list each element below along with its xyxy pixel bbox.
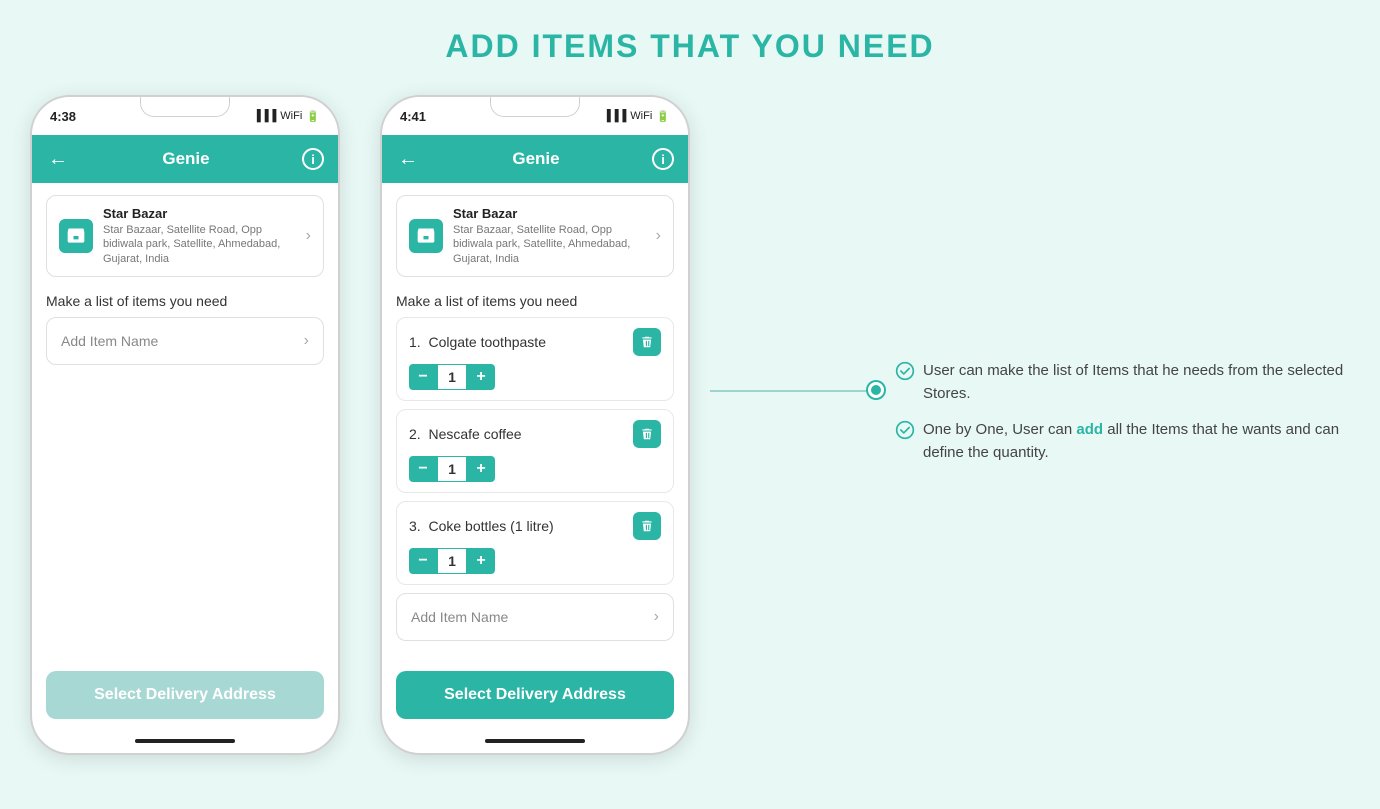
phone2-notch	[490, 97, 580, 117]
phone1-select-delivery-button[interactable]: Select Delivery Address	[46, 671, 324, 719]
item-card-2: 2. Nescafe coffee − 1 +	[396, 409, 674, 493]
phone1-add-item-text: Add Item Name	[61, 333, 158, 349]
wifi-icon: WiFi	[280, 110, 302, 122]
connector-line	[710, 390, 875, 392]
phone1-store-icon	[59, 219, 93, 253]
item-header-3: 3. Coke bottles (1 litre)	[409, 512, 661, 540]
phone1-store-name: Star Bazar	[103, 206, 296, 221]
phone2-time: 4:41	[400, 109, 426, 124]
phone2-store-arrow: ›	[656, 227, 661, 245]
item-1-delete-button[interactable]	[633, 328, 661, 356]
signal-icon: ▐▐▐	[603, 110, 626, 122]
item-3-delete-button[interactable]	[633, 512, 661, 540]
item-2-delete-button[interactable]	[633, 420, 661, 448]
phone2: 4:41 ▐▐▐ WiFi 🔋 ← Genie i Star Bazar Sta…	[380, 95, 690, 755]
phone1-top-bar: 4:38 ▐▐▐ WiFi 🔋	[32, 97, 338, 135]
item-2-quantity: 1	[437, 456, 467, 482]
annotation-box: User can make the list of Items that he …	[895, 360, 1345, 478]
annotation-text-1: User can make the list of Items that he …	[923, 360, 1345, 405]
phone2-info-button[interactable]: i	[652, 148, 674, 170]
phone1-status-icons: ▐▐▐ WiFi 🔋	[253, 110, 320, 123]
battery-icon: 🔋	[306, 110, 320, 123]
phone2-top-bar: 4:41 ▐▐▐ WiFi 🔋	[382, 97, 688, 135]
page-title: ADD ITEMS THAT YOU NEED	[0, 0, 1380, 85]
phone2-add-item-arrow: ›	[654, 608, 659, 626]
connector-dot	[868, 382, 884, 398]
wifi-icon: WiFi	[630, 110, 652, 122]
annotation-item-1: User can make the list of Items that he …	[895, 360, 1345, 405]
item-1-label: 1. Colgate toothpaste	[409, 334, 546, 350]
phone1-add-item-arrow: ›	[304, 332, 309, 350]
item-3-quantity: 1	[437, 548, 467, 574]
phone1-home-bar	[135, 739, 235, 743]
phone1-info-button[interactable]: i	[302, 148, 324, 170]
battery-icon: 🔋	[656, 110, 670, 123]
phone1-bottom-btn-container: Select Delivery Address	[46, 671, 324, 719]
phone1-app-header: ← Genie i	[32, 135, 338, 183]
annotation-item-2: One by One, User can add all the Items t…	[895, 419, 1345, 464]
item-3-quantity-control: − 1 +	[409, 548, 661, 574]
phone2-section-title: Make a list of items you need	[382, 289, 688, 317]
phone2-items-list: 1. Colgate toothpaste − 1 + 2. Nescaf	[382, 317, 688, 641]
item-card-1: 1. Colgate toothpaste − 1 +	[396, 317, 674, 401]
phone1-store-arrow: ›	[306, 227, 311, 245]
item-header-2: 2. Nescafe coffee	[409, 420, 661, 448]
item-header-1: 1. Colgate toothpaste	[409, 328, 661, 356]
phone1-store-address: Star Bazaar, Satellite Road, Opp bidiwal…	[103, 223, 296, 266]
item-2-label: 2. Nescafe coffee	[409, 426, 522, 442]
item-1-quantity-control: − 1 +	[409, 364, 661, 390]
phone2-store-card[interactable]: Star Bazar Star Bazaar, Satellite Road, …	[396, 195, 674, 277]
phone2-select-delivery-button[interactable]: Select Delivery Address	[396, 671, 674, 719]
item-3-label: 3. Coke bottles (1 litre)	[409, 518, 554, 534]
phone1-notch	[140, 97, 230, 117]
phone1-add-item-row[interactable]: Add Item Name ›	[46, 317, 324, 365]
phone2-store-info: Star Bazar Star Bazaar, Satellite Road, …	[453, 206, 646, 266]
phone1-time: 4:38	[50, 109, 76, 124]
item-1-plus-button[interactable]: +	[467, 364, 495, 390]
check-icon-2	[895, 420, 915, 440]
signal-icon: ▐▐▐	[253, 110, 276, 122]
phone2-back-button[interactable]: ←	[396, 147, 420, 171]
phone2-status-icons: ▐▐▐ WiFi 🔋	[603, 110, 670, 123]
phone1-back-button[interactable]: ←	[46, 147, 70, 171]
phone1-section-title: Make a list of items you need	[32, 289, 338, 317]
item-2-minus-button[interactable]: −	[409, 456, 437, 482]
item-3-minus-button[interactable]: −	[409, 548, 437, 574]
phone2-header-title: Genie	[512, 149, 559, 169]
phone1-header-title: Genie	[162, 149, 209, 169]
phone1-store-info: Star Bazar Star Bazaar, Satellite Road, …	[103, 206, 296, 266]
phone1-store-card[interactable]: Star Bazar Star Bazaar, Satellite Road, …	[46, 195, 324, 277]
item-2-quantity-control: − 1 +	[409, 456, 661, 482]
item-1-quantity: 1	[437, 364, 467, 390]
annotation-text-2: One by One, User can add all the Items t…	[923, 419, 1345, 464]
phone2-store-name: Star Bazar	[453, 206, 646, 221]
phone2-add-item-text: Add Item Name	[411, 609, 508, 625]
phone2-app-header: ← Genie i	[382, 135, 688, 183]
phone2-add-item-row[interactable]: Add Item Name ›	[396, 593, 674, 641]
check-icon-1	[895, 361, 915, 381]
item-1-minus-button[interactable]: −	[409, 364, 437, 390]
phone1: 4:38 ▐▐▐ WiFi 🔋 ← Genie i Star Bazar Sta…	[30, 95, 340, 755]
phone2-store-address: Star Bazaar, Satellite Road, Opp bidiwal…	[453, 223, 646, 266]
phone2-store-icon	[409, 219, 443, 253]
phone2-home-bar	[485, 739, 585, 743]
phone2-bottom-btn-container: Select Delivery Address	[396, 671, 674, 719]
item-3-plus-button[interactable]: +	[467, 548, 495, 574]
item-2-plus-button[interactable]: +	[467, 456, 495, 482]
item-card-3: 3. Coke bottles (1 litre) − 1 +	[396, 501, 674, 585]
